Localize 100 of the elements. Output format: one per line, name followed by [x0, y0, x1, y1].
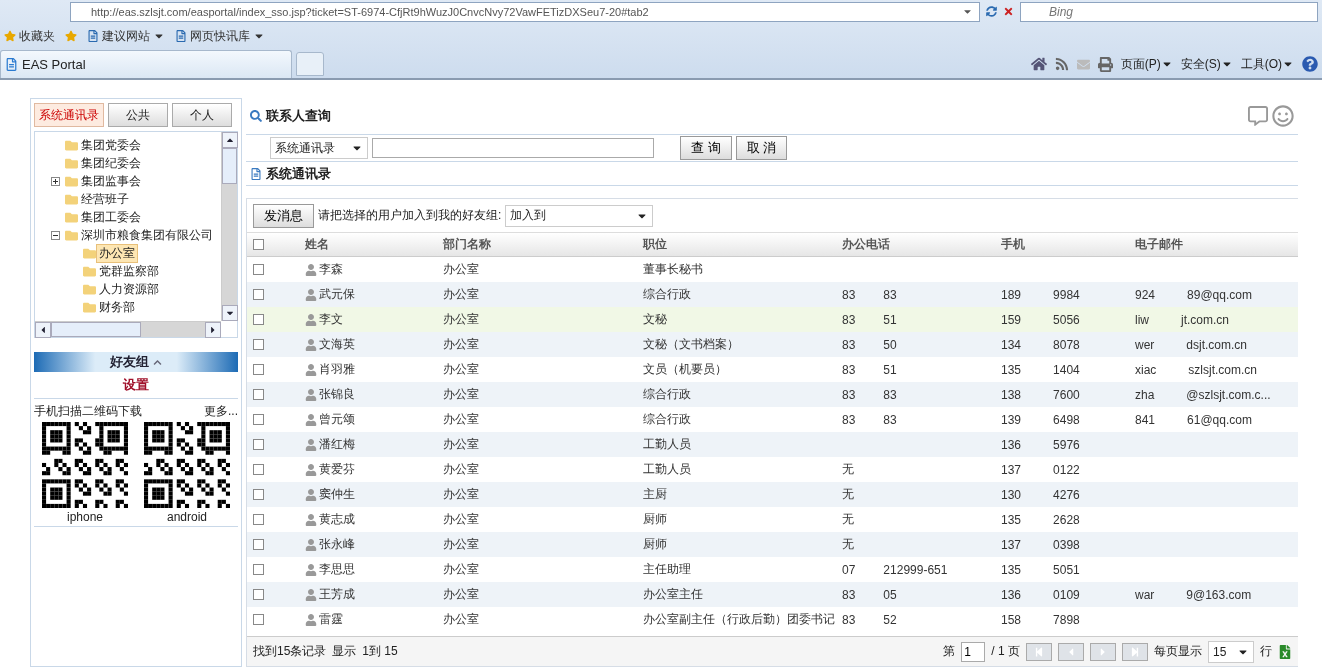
- scope-select[interactable]: 系统通讯录: [270, 137, 368, 159]
- table-row[interactable]: 张锦良 办公室 综合行政 83 83 138 7600 zha @szlsjt.com.c...: [247, 382, 1298, 407]
- table-row[interactable]: 文海英 办公室 文秘（文书档案） 83 50 134 8078 wer dsjt.com.cn: [247, 332, 1298, 357]
- checkbox[interactable]: [253, 464, 264, 475]
- checkbox[interactable]: [253, 339, 264, 350]
- user-icon: [305, 613, 317, 626]
- checkbox[interactable]: [253, 614, 264, 625]
- phone-cell: 83: [842, 412, 856, 427]
- checkbox[interactable]: [253, 514, 264, 525]
- phone-cell: 9984: [1053, 287, 1080, 302]
- phone-cell: 159: [1001, 312, 1022, 327]
- first-page-button[interactable]: [1026, 642, 1052, 661]
- excel-icon[interactable]: [1278, 644, 1292, 659]
- more-link[interactable]: 更多...: [204, 403, 238, 420]
- phone-cell: 05: [883, 587, 897, 602]
- favorites-link[interactable]: 建议网站: [87, 27, 165, 45]
- checkbox[interactable]: [253, 364, 264, 375]
- name-cell: 潘红梅: [319, 436, 355, 453]
- checkbox[interactable]: [253, 439, 264, 450]
- previous-page-button[interactable]: [1058, 642, 1084, 661]
- settings-link[interactable]: 设置: [34, 372, 238, 399]
- group-select[interactable]: 加入到: [505, 204, 654, 227]
- table-row[interactable]: 武元保 办公室 综合行政 83 83 189 9984 924 89@qq.com: [247, 282, 1298, 307]
- table-row[interactable]: 张永峰 办公室 厨师 无 137 0398: [247, 532, 1298, 557]
- search-button[interactable]: 取 消: [735, 136, 788, 160]
- table-cell-text: 文秘: [643, 311, 668, 328]
- checkbox[interactable]: [253, 539, 264, 550]
- command-menu[interactable]: 页面(P): [1120, 55, 1173, 73]
- checkbox[interactable]: [253, 314, 264, 325]
- checkbox[interactable]: [253, 389, 264, 400]
- plus-box-icon[interactable]: [51, 176, 60, 186]
- search-button[interactable]: 查 询: [680, 136, 732, 160]
- table-cell-text: 办公室: [443, 511, 480, 528]
- tab[interactable]: 公共: [108, 103, 168, 127]
- checkbox[interactable]: [253, 589, 264, 600]
- phone-cell: 07: [842, 562, 856, 577]
- scroll-thumb[interactable]: [51, 322, 141, 337]
- minus-box-icon[interactable]: [51, 230, 60, 240]
- checkbox[interactable]: [253, 239, 264, 250]
- range-label: 1到 15: [362, 643, 398, 660]
- section-header[interactable]: 好友组: [34, 352, 238, 372]
- tree-item[interactable]: 深圳市粮食集团有限公司: [78, 225, 216, 245]
- phone-cell: 52: [883, 612, 897, 627]
- smiley-icon[interactable]: [1272, 105, 1294, 127]
- comment-icon[interactable]: [1248, 106, 1268, 126]
- next-page-button[interactable]: [1090, 642, 1116, 661]
- checkbox[interactable]: [253, 264, 264, 275]
- home-icon[interactable]: [1030, 56, 1047, 72]
- send-message-button[interactable]: 发消息: [253, 203, 314, 228]
- table-row[interactable]: 王芳成 办公室 办公室主任 83 05 136 0109 war 9@163.com: [247, 582, 1298, 607]
- checkbox[interactable]: [253, 289, 264, 300]
- last-page-button[interactable]: [1122, 642, 1148, 661]
- checkbox[interactable]: [253, 489, 264, 500]
- browser-tab[interactable]: EAS Portal: [0, 50, 292, 78]
- table-row[interactable]: 窦仲生 办公室 主厨 无 130 4276: [247, 482, 1298, 507]
- tree-item[interactable]: 集团党委会: [78, 135, 144, 155]
- table-row[interactable]: 潘红梅 办公室 工勤人员 136 5976: [247, 432, 1298, 457]
- phone-cell: 5051: [1053, 562, 1080, 577]
- favorites-link[interactable]: 网页快讯库: [175, 27, 265, 45]
- table-cell-text: 综合行政: [643, 386, 692, 403]
- tree-item[interactable]: 集团纪委会: [78, 153, 144, 173]
- user-icon: [305, 588, 317, 601]
- scroll-thumb[interactable]: [222, 148, 237, 184]
- table-cell-text: 文秘（文书档案）: [643, 336, 740, 353]
- command-menu[interactable]: 安全(S): [1180, 55, 1233, 73]
- skip-forward-icon: [1130, 646, 1140, 657]
- user-icon: [305, 488, 317, 501]
- tree-item[interactable]: 集团工委会: [78, 207, 144, 227]
- user-icon: [305, 513, 317, 526]
- favorites-button[interactable]: 收藏夹: [4, 27, 55, 45]
- print-icon[interactable]: [1097, 56, 1113, 72]
- table-row[interactable]: 李文 办公室 文秘 83 51 159 5056 liw jt.com.cn: [247, 307, 1298, 332]
- close-icon[interactable]: [1003, 6, 1014, 17]
- tab[interactable]: 个人: [172, 103, 232, 127]
- user-icon: [305, 563, 317, 576]
- help-icon[interactable]: [1302, 56, 1318, 72]
- checkbox[interactable]: [253, 564, 264, 575]
- tree-item[interactable]: 财务部: [96, 297, 138, 317]
- address-field[interactable]: http://eas.szlsjt.com/easportal/index_sso.jsp?ticket=ST-6974-CfjRt9hWuzJ0CnvcNvy72VawFETizDXSeu7-20#tab2: [70, 1, 980, 22]
- page-input[interactable]: 1: [961, 641, 986, 662]
- refresh-icon[interactable]: [986, 6, 997, 17]
- star-icon[interactable]: [65, 30, 77, 42]
- tree-item[interactable]: 经营班子: [78, 189, 132, 209]
- phone-cell: 135: [1001, 562, 1022, 577]
- tree-item[interactable]: 党群监察部: [96, 261, 162, 281]
- table-cell-text: 办公室: [443, 561, 480, 578]
- column-header: 部门名称: [443, 236, 492, 253]
- column-header: 职位: [643, 236, 668, 253]
- search-input[interactable]: [372, 138, 654, 158]
- checkbox[interactable]: [253, 414, 264, 425]
- phone-cell: 189: [1001, 287, 1022, 302]
- tree-item[interactable]: 人力资源部: [96, 279, 162, 299]
- search-field[interactable]: Bing: [1020, 1, 1318, 22]
- feed-icon[interactable]: [1054, 57, 1069, 71]
- command-menu[interactable]: 工具(O): [1240, 55, 1294, 73]
- tree-item[interactable]: 办公室: [96, 243, 138, 263]
- tree-item[interactable]: 集团监事会: [78, 171, 144, 191]
- page-size-select[interactable]: 15: [1208, 640, 1254, 663]
- tab[interactable]: 系统通讯录: [34, 103, 104, 127]
- folder-icon: [65, 174, 78, 188]
